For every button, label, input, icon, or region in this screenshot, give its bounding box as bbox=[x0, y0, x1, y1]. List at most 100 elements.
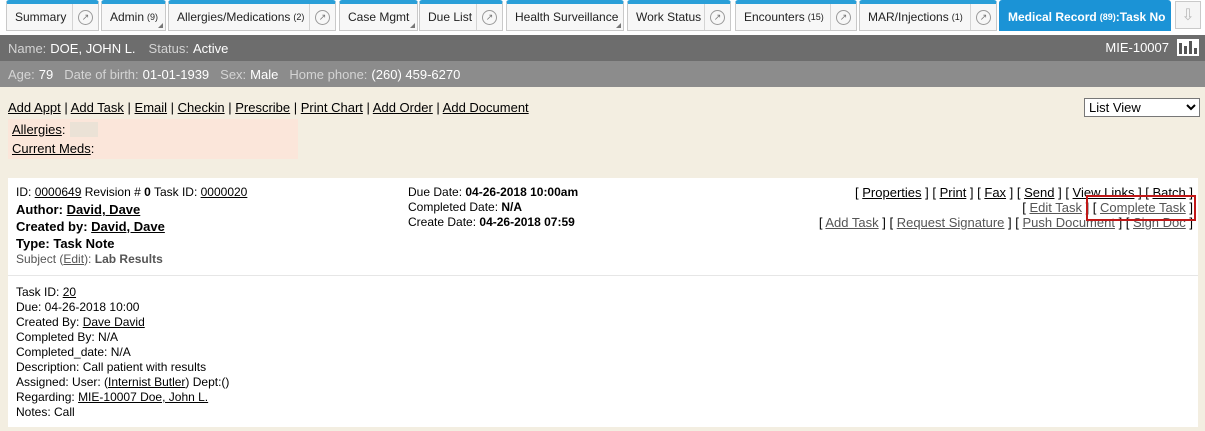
add-order-link[interactable]: Add Order bbox=[373, 100, 433, 115]
email-link[interactable]: Email bbox=[135, 100, 168, 115]
popout-icon[interactable]: ↗ bbox=[704, 4, 730, 30]
regarding-line: Regarding: MIE-10007 Doe, John L. bbox=[16, 390, 209, 404]
fax-link[interactable]: Fax bbox=[984, 185, 1006, 200]
doc-id-row: ID: 0000649 Revision # 0 Task ID: 000002… bbox=[16, 185, 248, 199]
tab-encounters[interactable]: Encounters (15) ↗ bbox=[735, 0, 857, 31]
type-row: Type: Task Note bbox=[16, 236, 115, 251]
add-appt-link[interactable]: Add Appt bbox=[8, 100, 61, 115]
due-line: Due: 04-26-2018 10:00 bbox=[16, 300, 140, 314]
tab-admin[interactable]: Admin (9) bbox=[101, 0, 166, 31]
add-task-link[interactable]: Add Task bbox=[71, 100, 124, 115]
tab-count: (15) bbox=[807, 12, 824, 22]
create-date-row: Create Date: 04-26-2018 07:59 bbox=[408, 215, 575, 229]
due-date-row: Due Date: 04-26-2018 10:00am bbox=[408, 185, 579, 199]
age-label: Age: bbox=[8, 66, 35, 82]
tab-label: MAR/Injections bbox=[868, 10, 949, 24]
action-links: Add Appt | Add Task | Email | Checkin | … bbox=[8, 100, 529, 115]
allergies-summary: Allergies: Current Meds: bbox=[8, 119, 298, 159]
print-link[interactable]: Print bbox=[940, 185, 967, 200]
view-mode-select[interactable]: List View bbox=[1084, 98, 1200, 117]
allergies-link[interactable]: Allergies bbox=[12, 122, 62, 137]
edit-task-link[interactable]: Edit Task bbox=[1029, 200, 1082, 215]
tab-label: Due List bbox=[428, 10, 473, 24]
popout-icon[interactable]: ↗ bbox=[309, 4, 335, 30]
subject-row: Subject (Edit): Lab Results bbox=[16, 252, 163, 266]
popout-icon[interactable]: ↗ bbox=[476, 4, 502, 30]
popout-icon[interactable]: ↗ bbox=[830, 4, 856, 30]
current-meds-link[interactable]: Current Meds bbox=[12, 141, 91, 156]
tab-count: (9) bbox=[147, 12, 159, 22]
properties-link[interactable]: Properties bbox=[862, 185, 921, 200]
bar-chart-icon[interactable] bbox=[1177, 39, 1199, 56]
patient-name: DOE, JOHN L. bbox=[50, 40, 136, 56]
completed-date-line: Completed_date: N/A bbox=[16, 345, 131, 359]
tab-label: Encounters bbox=[744, 10, 805, 24]
notes-line: Notes: Call bbox=[16, 405, 75, 419]
subject-value: Lab Results bbox=[94, 252, 163, 266]
tab-label: Medical Record bbox=[1008, 10, 1097, 24]
dropdown-corner-icon[interactable] bbox=[410, 23, 415, 28]
patient-demographics: Age: 79 Date of birth: 01-01-1939 Sex: M… bbox=[0, 61, 1205, 87]
patient-mrn: MIE-10007 bbox=[1105, 40, 1169, 55]
tab-label: Work Status bbox=[636, 10, 702, 24]
completed-by-line: Completed By: N/A bbox=[16, 330, 119, 344]
prescribe-link[interactable]: Prescribe bbox=[235, 100, 290, 115]
tab-bar: Summary ↗ Admin (9) Allergies/Medications… bbox=[0, 0, 1205, 35]
created-by-link[interactable]: David, Dave bbox=[91, 219, 165, 234]
popout-icon[interactable]: ↗ bbox=[970, 4, 996, 30]
request-signature-link[interactable]: Request Signature bbox=[897, 215, 1005, 230]
patient-header: Name: DOE, JOHN L. Status: Active MIE-10… bbox=[0, 35, 1205, 61]
popout-icon[interactable]: ↗ bbox=[72, 4, 98, 30]
task-details: Task ID: 20 Due: 04-26-2018 10:00 Create… bbox=[16, 285, 229, 420]
add-document-link[interactable]: Add Document bbox=[443, 100, 529, 115]
author-row: Author: David, Dave bbox=[16, 202, 141, 217]
doc-id-link[interactable]: 0000649 bbox=[35, 185, 82, 199]
tab-scroll-down-icon[interactable]: ⇩ bbox=[1175, 1, 1201, 29]
checkin-link[interactable]: Checkin bbox=[178, 100, 225, 115]
phone-label: Home phone: bbox=[289, 66, 368, 82]
patient-status: Active bbox=[193, 40, 229, 56]
dropdown-corner-icon[interactable] bbox=[158, 23, 163, 28]
tab-allergies-medications[interactable]: Allergies/Medications (2) ↗ bbox=[168, 0, 336, 31]
task-id-line: Task ID: 20 bbox=[16, 285, 77, 299]
send-link[interactable]: Send bbox=[1024, 185, 1054, 200]
task-id-link[interactable]: 20 bbox=[63, 285, 76, 299]
tab-summary[interactable]: Summary ↗ bbox=[6, 0, 99, 31]
tab-count: (1) bbox=[951, 12, 963, 22]
tab-label: Admin bbox=[110, 10, 145, 24]
regarding-link[interactable]: MIE-10007 Doe, John L. bbox=[78, 390, 208, 404]
complete-task-highlight bbox=[1086, 195, 1196, 221]
subject-edit-link[interactable]: Edit bbox=[63, 252, 84, 266]
description-line: Description: Call patient with results bbox=[16, 360, 207, 374]
doc-task-id-link[interactable]: 0000020 bbox=[201, 185, 248, 199]
allergies-value bbox=[70, 122, 98, 137]
document-panel: ID: 0000649 Revision # 0 Task ID: 000002… bbox=[8, 178, 1198, 427]
dropdown-corner-icon[interactable] bbox=[616, 23, 621, 28]
tab-medical-record[interactable]: Medical Record (89):Task No bbox=[999, 0, 1171, 31]
tab-work-status[interactable]: Work Status ↗ bbox=[627, 0, 731, 31]
completed-date-row: Completed Date: N/A bbox=[408, 200, 523, 214]
tab-due-list[interactable]: Due List ↗ bbox=[419, 0, 503, 31]
author-link[interactable]: David, Dave bbox=[67, 202, 141, 217]
revision-number: 0 bbox=[144, 185, 151, 199]
tab-label: Allergies/Medications bbox=[177, 10, 291, 24]
tab-count: (2) bbox=[293, 12, 305, 22]
tab-label: Health Surveillance bbox=[515, 10, 619, 24]
tab-count: (89) bbox=[1099, 12, 1116, 22]
created-by-row: Created by: David, Dave bbox=[16, 219, 165, 234]
tab-label: Summary bbox=[15, 10, 67, 24]
sex-label: Sex: bbox=[220, 66, 247, 82]
status-label: Status: bbox=[148, 40, 190, 56]
tab-case-mgmt[interactable]: Case Mgmt bbox=[339, 0, 418, 31]
patient-age: 79 bbox=[38, 66, 54, 82]
tab-label: Case Mgmt bbox=[348, 10, 410, 24]
print-chart-link[interactable]: Print Chart bbox=[301, 100, 363, 115]
created-by-user-link[interactable]: Dave David bbox=[83, 315, 145, 329]
patient-sex: Male bbox=[250, 66, 279, 82]
tab-health-surveillance[interactable]: Health Surveillance bbox=[506, 0, 624, 31]
doc-type: Task Note bbox=[53, 236, 115, 251]
assigned-user-link[interactable]: Internist Butler bbox=[108, 375, 185, 389]
dob-label: Date of birth: bbox=[64, 66, 139, 82]
tab-mar-injections[interactable]: MAR/Injections (1) ↗ bbox=[859, 0, 997, 31]
add-task-doc-link[interactable]: Add Task bbox=[825, 215, 878, 230]
